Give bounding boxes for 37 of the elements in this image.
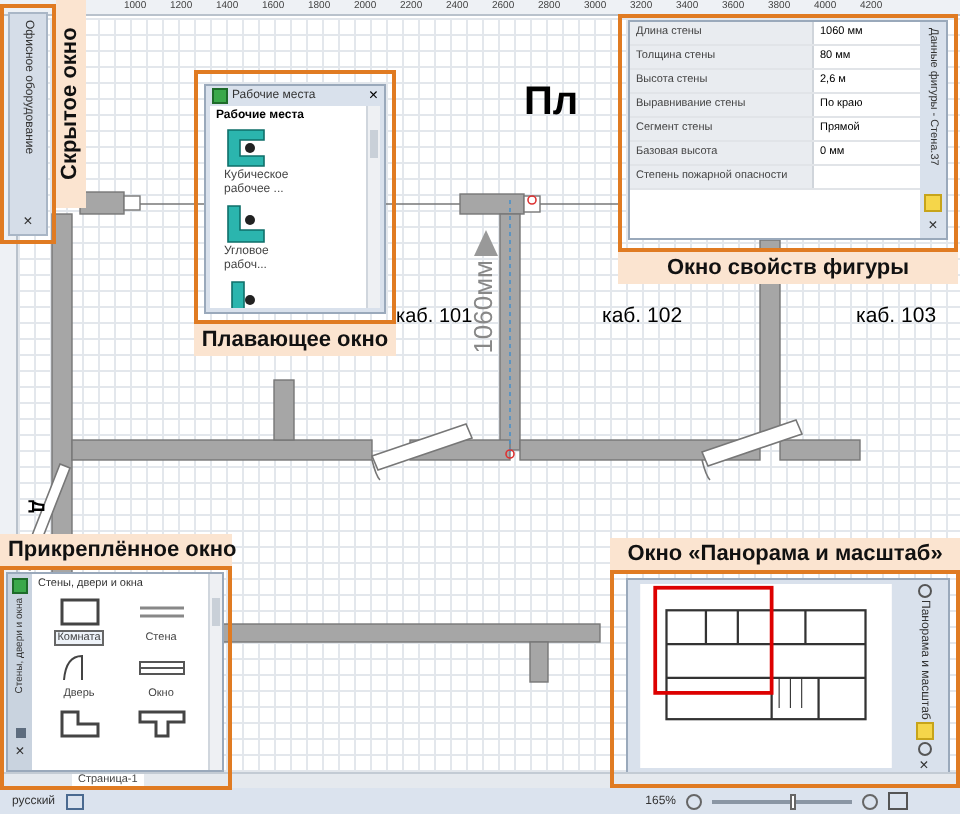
callout-label: Прикреплённое окно <box>0 534 232 566</box>
zoom-in-icon[interactable] <box>917 584 931 598</box>
workstation-shape-icon[interactable] <box>224 204 268 244</box>
macro-icon[interactable] <box>65 793 84 809</box>
entrance-label: Д <box>28 500 48 513</box>
room-label: каб. 101 <box>396 304 473 330</box>
plan-title: Пл <box>524 80 579 124</box>
room-label: каб. 103 <box>856 304 937 330</box>
close-button[interactable]: × <box>919 757 929 774</box>
close-button[interactable]: × <box>368 88 378 104</box>
dimension-label: 1060мм <box>470 260 498 354</box>
stencil-icon <box>212 88 228 104</box>
close-button[interactable]: × <box>928 218 938 234</box>
zoom-out-icon[interactable] <box>686 793 702 809</box>
door <box>700 419 804 481</box>
connector-line <box>539 203 621 205</box>
room-label: каб. 102 <box>602 304 683 330</box>
fit-page-icon[interactable] <box>888 792 908 810</box>
callout-label: Скрытое окно <box>56 0 86 208</box>
door <box>370 423 474 481</box>
close-button[interactable]: × <box>10 742 30 762</box>
wall <box>79 191 125 215</box>
callout-label: Окно «Панорама и масштаб» <box>610 538 960 570</box>
dimension-arrow-icon <box>474 230 498 256</box>
scrollbar[interactable] <box>366 106 380 308</box>
close-button[interactable]: × <box>23 214 33 230</box>
pin-icon[interactable] <box>15 728 25 738</box>
rotation-handle[interactable] <box>527 195 537 205</box>
workstation-shape-icon[interactable] <box>224 128 268 168</box>
wall-stub <box>123 195 141 211</box>
callout-label: Плавающее окно <box>194 324 396 356</box>
zoom-in-icon[interactable] <box>862 793 878 809</box>
callout-label: Окно свойств фигуры <box>618 252 958 284</box>
zoom-out-icon[interactable] <box>917 741 931 756</box>
scrollbar[interactable] <box>208 574 222 770</box>
t-wall-shape-icon[interactable] <box>135 710 187 738</box>
stencil-icon <box>12 578 28 594</box>
